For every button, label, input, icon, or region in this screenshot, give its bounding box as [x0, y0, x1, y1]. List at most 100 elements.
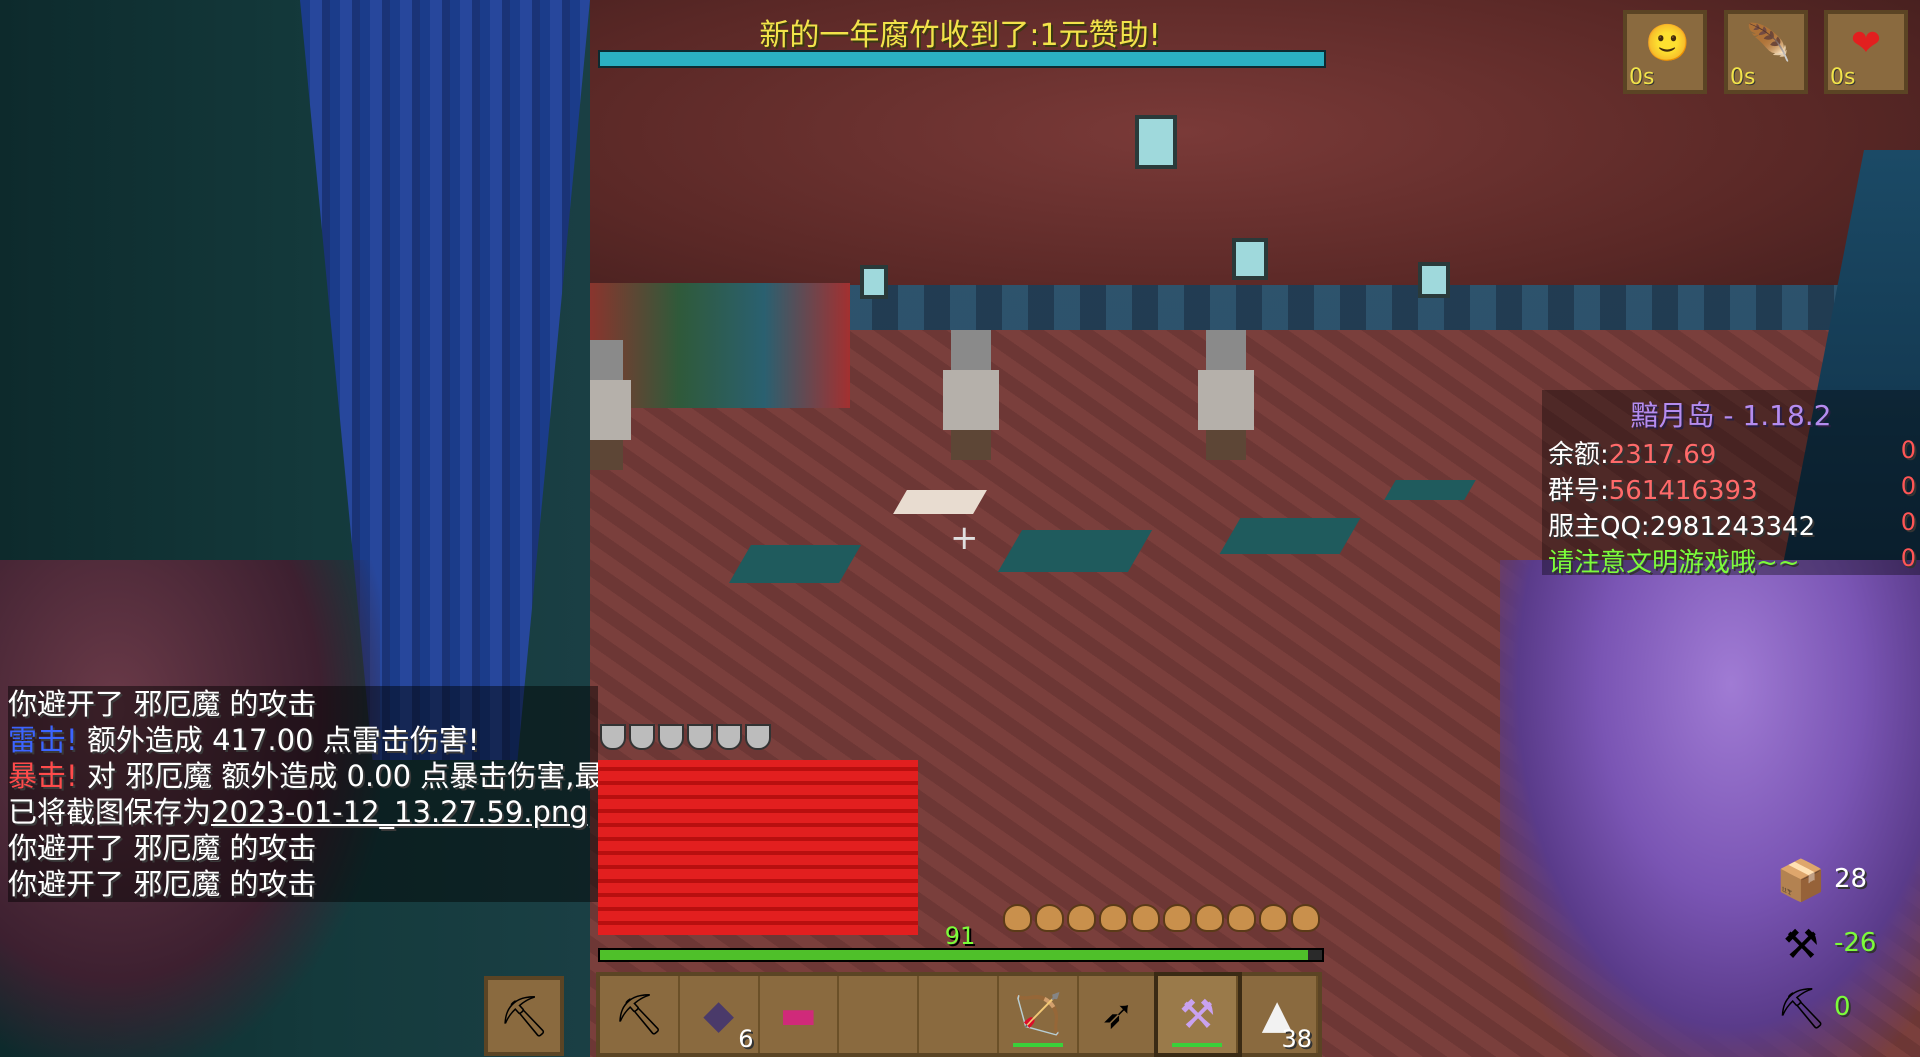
- pickaxe-icon: ⛏: [1776, 986, 1827, 1032]
- drumstick-icon: [1003, 904, 1032, 932]
- scoreboard-label: 余额:: [1548, 440, 1609, 470]
- face-icon: 🙂: [1645, 23, 1690, 64]
- offhand-slot[interactable]: ⛏: [484, 976, 564, 1056]
- pink-block-icon: ▬: [779, 991, 818, 1038]
- evoker-mob[interactable]: [943, 330, 999, 460]
- drumstick-icon: [1227, 904, 1256, 932]
- floor-tile: [1219, 518, 1361, 554]
- armor-icon: [629, 724, 655, 750]
- floor-tile: [1384, 480, 1476, 500]
- hotbar-slot[interactable]: ◆ 6: [680, 976, 760, 1053]
- armor-icon: [600, 724, 626, 750]
- scoreboard-row: 服主QQ:2981243342: [1548, 506, 1815, 543]
- hotbar-slot[interactable]: ▲ 38: [1238, 976, 1319, 1053]
- scoreboard-value: 2981243342: [1649, 512, 1816, 542]
- chat-text: 你避开了 邪厄魔 的攻击: [8, 687, 317, 721]
- hanging-lantern: [1232, 238, 1268, 280]
- floor-tile: [997, 530, 1153, 572]
- hotbar-slot[interactable]: ⛏: [600, 976, 680, 1053]
- feather-icon: 🪶: [1746, 23, 1791, 64]
- chat-log: 你避开了 邪厄魔 的攻击 雷击! 额外造成 417.00 点雷击伤害! 暴击! 对 …: [8, 686, 820, 902]
- xp-level: 91: [944, 922, 976, 950]
- drumstick-icon: [1291, 904, 1320, 932]
- effect-time: 0s: [1830, 65, 1856, 90]
- server-version: - 1.18.2: [1723, 399, 1832, 432]
- status-effect: ❤ 0s: [1824, 10, 1908, 94]
- hotbar-slot[interactable]: ⚒: [1154, 972, 1243, 1057]
- chat-text: 2023-01-12_13.27.59.png: [211, 795, 588, 829]
- drumstick-icon: [1163, 904, 1192, 932]
- xp-bar-fill: [600, 950, 1308, 960]
- tracked-item: ⛏ 0: [1776, 980, 1920, 1044]
- purple-axe-icon: ⚒: [1179, 991, 1216, 1038]
- item-tracker: 📦 28 ⚒ -26 ⛏ 0: [1776, 852, 1920, 1044]
- scoreboard-row: 群号:561416393: [1548, 470, 1758, 507]
- armor-bar: [600, 724, 771, 752]
- armor-icon: [658, 724, 684, 750]
- chat-line: 你避开了 邪厄魔 的攻击: [8, 866, 598, 902]
- chat-text: 你避开了 邪厄魔 的攻击: [8, 867, 317, 901]
- scoreboard-row: 请注意文明游戏哦~~: [1548, 542, 1800, 579]
- chat-line: 暴击! 对 邪厄魔 额外造成 0.00 点暴击伤害,最终伤害 1580.40: [8, 758, 820, 794]
- hotbar-slot[interactable]: [839, 976, 920, 1053]
- bossbar-title: 新的一年腐竹收到了:1元赞助!: [759, 18, 1161, 53]
- hanging-lantern: [860, 265, 888, 299]
- scoreboard-label: 请注意文明游戏哦~~: [1548, 548, 1800, 578]
- chat-line: 你避开了 邪厄魔 的攻击: [8, 830, 598, 866]
- durability-bar: [1172, 1043, 1223, 1047]
- chat-line: 已将截图保存为2023-01-12_13.27.59.png: [8, 794, 598, 830]
- item-count: 38: [1281, 1025, 1313, 1053]
- hunger-bar: [1003, 904, 1320, 932]
- arrow-icon: ➶: [1100, 991, 1135, 1038]
- chat-line: 你避开了 邪厄魔 的攻击: [8, 686, 598, 722]
- armor-icon: [687, 724, 713, 750]
- hotbar: ⛏ ◆ 6 ▬ 🏹 ➶ ⚒ ▲ 38: [596, 972, 1322, 1057]
- crosshair-icon: +: [950, 518, 979, 558]
- chat-text: 你避开了 邪厄魔 的攻击: [8, 831, 317, 865]
- armor-icon: [745, 724, 771, 750]
- pickaxe-icon: ⛏: [498, 993, 550, 1040]
- hotbar-slot[interactable]: ➶: [1079, 976, 1159, 1053]
- hotbar-slot[interactable]: ▬: [760, 976, 840, 1053]
- chat-text: 额外造成 417.00 点雷击伤害!: [77, 723, 480, 757]
- tracked-item: ⚒ -26: [1776, 916, 1920, 980]
- evoker-mob[interactable]: [1198, 330, 1254, 460]
- xp-bar: [598, 948, 1324, 962]
- heart-icon: ❤: [1850, 23, 1882, 64]
- tracked-count: 28: [1834, 864, 1868, 894]
- durability-bar: [1012, 1043, 1063, 1047]
- drumstick-icon: [1035, 904, 1064, 932]
- tracked-count: -26: [1834, 928, 1877, 958]
- bossbar-fill: [600, 52, 1324, 66]
- scoreboard-row: 余额:2317.69: [1548, 434, 1716, 471]
- scoreboard-label: 服主QQ:: [1548, 512, 1650, 542]
- hanging-lantern: [1418, 262, 1450, 298]
- bow-icon: 🏹: [1012, 992, 1063, 1038]
- bossbar: [598, 50, 1326, 68]
- server-name: 黯月岛: [1630, 399, 1715, 432]
- chest-icon: 📦: [1776, 858, 1826, 904]
- scoreboard-value: 561416393: [1608, 476, 1758, 506]
- effect-time: 0s: [1730, 65, 1756, 90]
- tracked-count: 0: [1834, 992, 1851, 1022]
- item-count: 6: [738, 1025, 754, 1053]
- chat-text: 雷击!: [8, 723, 78, 757]
- drumstick-icon: [1131, 904, 1160, 932]
- status-effect: 🙂 0s: [1623, 10, 1707, 94]
- drumstick-icon: [1195, 904, 1224, 932]
- floor-tile-white: [893, 490, 987, 514]
- chat-line: 雷击! 额外造成 417.00 点雷击伤害!: [8, 722, 598, 758]
- hotbar-slot[interactable]: [919, 976, 999, 1053]
- chat-text: 已将截图保存为: [8, 795, 212, 829]
- drumstick-icon: [1099, 904, 1128, 932]
- hanging-lantern: [1135, 115, 1177, 169]
- scoreboard-score: 0: [1900, 436, 1916, 464]
- chat-text: 暴击!: [8, 759, 78, 793]
- scoreboard-value: 2317.69: [1608, 440, 1717, 470]
- hotbar-slot[interactable]: 🏹: [999, 976, 1079, 1053]
- scoreboard-score: 0: [1900, 544, 1916, 572]
- scoreboard-title: 黯月岛 - 1.18.2: [1542, 394, 1920, 434]
- floor-tile: [729, 545, 861, 583]
- scoreboard-score: 0: [1900, 472, 1916, 500]
- netherite-pickaxe-icon: ⛏: [613, 992, 665, 1038]
